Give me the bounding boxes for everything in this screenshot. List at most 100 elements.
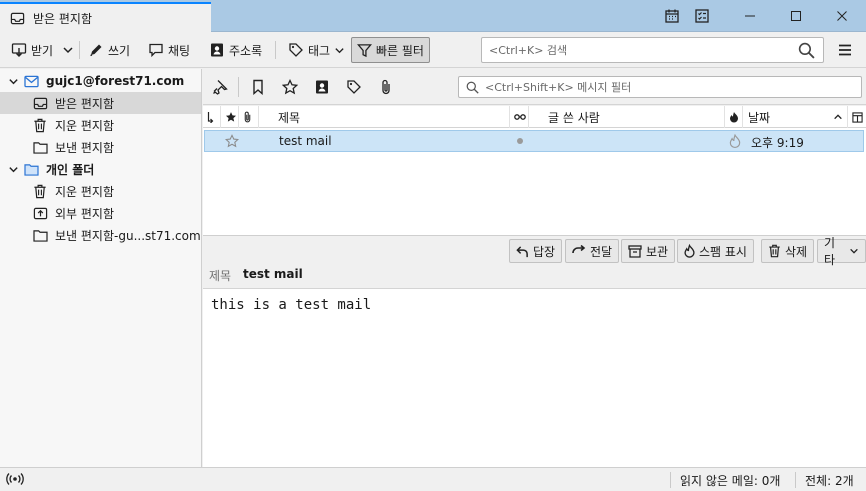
forward-button[interactable]: 전달 bbox=[565, 239, 620, 263]
folder-outbox[interactable]: 외부 편지함 bbox=[0, 202, 201, 224]
quick-filter-button[interactable]: 빠른 필터 bbox=[351, 37, 430, 63]
trash-icon bbox=[32, 117, 48, 133]
folder-icon bbox=[23, 161, 39, 177]
column-picker-icon[interactable] bbox=[848, 106, 866, 128]
chevron-down-icon bbox=[62, 44, 74, 56]
folder-icon bbox=[32, 227, 48, 243]
date-column-header[interactable]: 날짜 bbox=[743, 106, 848, 128]
total-count: 전체: 2개 bbox=[805, 474, 854, 488]
tag-button[interactable]: 태그 bbox=[282, 37, 351, 63]
pencil-icon bbox=[88, 42, 104, 58]
star-column-icon[interactable] bbox=[221, 106, 239, 128]
calendar-icon[interactable] bbox=[659, 4, 685, 28]
minimize-button[interactable] bbox=[727, 0, 773, 32]
message-body-text: this is a test mail bbox=[211, 297, 372, 313]
unread-count: 읽지 않은 메일: 0개 bbox=[680, 474, 781, 488]
close-button[interactable] bbox=[819, 0, 865, 32]
thread-column-icon[interactable] bbox=[203, 106, 221, 128]
search-icon[interactable] bbox=[798, 42, 815, 59]
sender-column-header[interactable]: 글 쓴 사람 bbox=[529, 106, 725, 128]
tag-filter-icon[interactable] bbox=[342, 76, 366, 98]
attachment-column-icon[interactable] bbox=[239, 106, 259, 128]
chat-icon bbox=[148, 42, 164, 58]
mail-account-icon bbox=[23, 73, 39, 89]
archive-button[interactable]: 보관 bbox=[621, 239, 676, 263]
chevron-down-icon[interactable] bbox=[6, 162, 20, 176]
subject-label: 제목 bbox=[209, 269, 232, 283]
title-bar: 받은 편지함 bbox=[0, 0, 866, 32]
hamburger-menu-icon bbox=[837, 42, 853, 58]
folder-icon bbox=[32, 139, 48, 155]
maximize-button[interactable] bbox=[773, 0, 819, 32]
filter-separator bbox=[238, 77, 239, 97]
star-outline-icon[interactable] bbox=[225, 134, 239, 148]
message-filter-input[interactable]: <Ctrl+Shift+K> 메시지 필터 bbox=[458, 76, 862, 98]
chevron-down-icon bbox=[334, 45, 345, 56]
account-name: gujc1@forest71.com bbox=[46, 74, 185, 88]
folder-local-trash[interactable]: 지운 편지함 bbox=[0, 180, 201, 202]
account-row[interactable]: gujc1@forest71.com bbox=[0, 70, 201, 92]
trash-icon bbox=[32, 183, 48, 199]
toolbar-separator bbox=[79, 41, 80, 59]
status-bar: 읽지 않은 메일: 0개 전체: 2개 bbox=[0, 467, 866, 491]
folder-inbox[interactable]: 받은 편지함 bbox=[0, 92, 201, 114]
thread-list: test mail 오후 9:19 bbox=[203, 128, 866, 236]
thread-status-column-icon[interactable] bbox=[510, 106, 529, 128]
get-mail-button[interactable]: 받기 bbox=[5, 37, 59, 63]
inbox-icon bbox=[32, 95, 48, 111]
folder-label: 외부 편지함 bbox=[55, 206, 115, 221]
attachment-filter-icon[interactable] bbox=[374, 76, 398, 98]
tag-icon bbox=[288, 42, 304, 58]
search-icon bbox=[466, 81, 479, 94]
star-filter-icon[interactable] bbox=[278, 76, 302, 98]
write-button[interactable]: 쓰기 bbox=[82, 37, 136, 63]
message-header: 답장 전달 보관 스팸 표시 삭제 기타 제목 test mail bbox=[203, 236, 866, 289]
folder-trash[interactable]: 지운 편지함 bbox=[0, 114, 201, 136]
junk-status-icon[interactable] bbox=[729, 134, 741, 148]
download-icon bbox=[11, 42, 27, 58]
online-status-icon[interactable] bbox=[6, 472, 24, 486]
toolbar-separator bbox=[275, 41, 276, 59]
folder-local-sent[interactable]: 보낸 편지함-gu...st71.com bbox=[0, 224, 201, 246]
tab-title: 받은 편지함 bbox=[33, 11, 93, 26]
folder-label: 받은 편지함 bbox=[55, 96, 115, 111]
get-mail-dropdown[interactable] bbox=[58, 37, 78, 63]
chat-button[interactable]: 채팅 bbox=[142, 37, 196, 63]
status-separator bbox=[670, 472, 671, 488]
archive-icon bbox=[628, 244, 642, 258]
row-date: 오후 9:19 bbox=[751, 136, 804, 150]
unread-filter-icon[interactable] bbox=[246, 76, 270, 98]
other-actions-button[interactable]: 기타 bbox=[817, 236, 866, 267]
junk-button[interactable]: 스팸 표시 bbox=[677, 239, 754, 263]
contact-filter-icon[interactable] bbox=[310, 76, 334, 98]
local-folders-name: 개인 폴더 bbox=[46, 162, 95, 177]
delete-button[interactable]: 삭제 bbox=[761, 239, 815, 263]
chevron-up-icon bbox=[833, 112, 843, 122]
filter-placeholder: <Ctrl+Shift+K> 메시지 필터 bbox=[485, 81, 632, 94]
read-status-dot[interactable] bbox=[517, 138, 523, 144]
folder-pane: gujc1@forest71.com 받은 편지함 지운 편지함 보낸 편지함 … bbox=[0, 69, 202, 467]
sticky-filter-pin-icon[interactable] bbox=[208, 76, 232, 98]
junk-column-icon[interactable] bbox=[725, 106, 743, 128]
folder-label: 지운 편지함 bbox=[55, 118, 115, 133]
forward-icon bbox=[572, 245, 586, 257]
global-search-input[interactable]: <Ctrl+K> 검색 bbox=[481, 37, 824, 63]
tasks-icon[interactable] bbox=[689, 4, 715, 28]
subject-value: test mail bbox=[243, 267, 303, 281]
filter-icon bbox=[357, 43, 372, 58]
chevron-down-icon[interactable] bbox=[6, 74, 20, 88]
address-book-button[interactable]: 주소록 bbox=[203, 37, 268, 63]
message-body: this is a test mail bbox=[203, 289, 866, 467]
menu-button[interactable] bbox=[833, 37, 857, 63]
chevron-down-icon bbox=[849, 246, 859, 256]
tab-inbox[interactable]: 받은 편지함 bbox=[0, 2, 211, 32]
folder-sent[interactable]: 보낸 편지함 bbox=[0, 136, 201, 158]
reply-button[interactable]: 답장 bbox=[509, 239, 563, 263]
thread-column-header: 제목 글 쓴 사람 날짜 bbox=[203, 106, 866, 128]
table-row[interactable]: test mail 오후 9:19 bbox=[204, 130, 864, 152]
status-separator bbox=[795, 472, 796, 488]
folder-label: 보낸 편지함-gu...st71.com bbox=[55, 228, 201, 243]
subject-column-header[interactable]: 제목 bbox=[259, 106, 510, 128]
local-folders-row[interactable]: 개인 폴더 bbox=[0, 158, 201, 180]
folder-label: 보낸 편지함 bbox=[55, 140, 115, 155]
